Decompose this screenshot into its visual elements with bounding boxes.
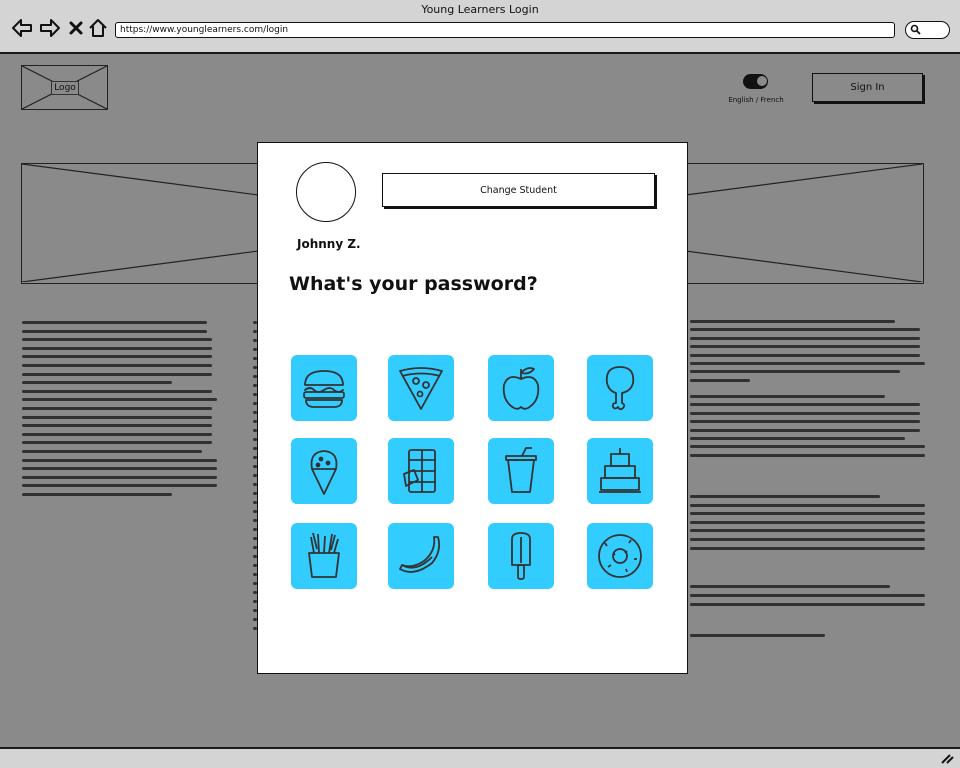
popsicle-icon bbox=[511, 532, 531, 580]
placeholder-text-line bbox=[22, 432, 212, 436]
search-icon bbox=[910, 24, 921, 35]
fries-icon bbox=[308, 532, 340, 578]
password-tile-banana[interactable] bbox=[388, 523, 454, 589]
password-tile-soda[interactable] bbox=[488, 438, 554, 504]
logo-label: Logo bbox=[51, 81, 79, 95]
placeholder-text-line bbox=[690, 546, 925, 550]
password-tile-apple[interactable] bbox=[488, 355, 554, 421]
placeholder-text-line bbox=[22, 372, 212, 376]
placeholder-text-line bbox=[22, 450, 202, 453]
chicken-leg-icon bbox=[605, 366, 635, 411]
placeholder-text-line bbox=[22, 458, 217, 462]
address-bar[interactable]: https://www.younglearners.com/login bbox=[115, 22, 895, 38]
placeholder-text-line bbox=[22, 493, 172, 496]
forward-arrow-icon bbox=[40, 19, 60, 37]
placeholder-text-line bbox=[690, 594, 925, 597]
placeholder-text-line bbox=[690, 320, 895, 323]
horizontal-scrollbar[interactable] bbox=[0, 747, 960, 768]
password-tile-ice-cream[interactable] bbox=[291, 438, 357, 504]
sign-in-button[interactable]: Sign In bbox=[812, 73, 923, 102]
back-button[interactable] bbox=[10, 16, 34, 40]
donut-icon bbox=[598, 534, 642, 578]
stop-button[interactable] bbox=[64, 16, 88, 40]
placeholder-text-line bbox=[22, 415, 212, 419]
placeholder-text-line bbox=[690, 437, 905, 440]
placeholder-text-line bbox=[22, 389, 212, 393]
avatar bbox=[296, 162, 356, 222]
placeholder-text-line bbox=[22, 346, 212, 350]
back-arrow-icon bbox=[12, 19, 32, 37]
student-name: Johnny Z. bbox=[297, 237, 361, 251]
placeholder-text-line bbox=[22, 329, 207, 333]
password-tile-burger[interactable] bbox=[291, 355, 357, 421]
placeholder-text-line bbox=[22, 475, 217, 479]
placeholder-text-line bbox=[22, 364, 212, 367]
change-student-button[interactable]: Change Student bbox=[382, 173, 655, 207]
password-tile-chicken[interactable] bbox=[587, 355, 653, 421]
placeholder-text-line bbox=[690, 411, 920, 415]
placeholder-text-line bbox=[690, 353, 920, 357]
placeholder-text-line bbox=[690, 345, 920, 349]
placeholder-text-line bbox=[22, 338, 212, 342]
apple-icon bbox=[502, 367, 540, 410]
password-tile-popsicle[interactable] bbox=[488, 523, 554, 589]
password-tile-chocolate[interactable] bbox=[388, 438, 454, 504]
placeholder-text-line bbox=[690, 512, 925, 516]
placeholder-text-line bbox=[22, 355, 212, 359]
placeholder-text-line bbox=[690, 420, 920, 424]
placeholder-text-line bbox=[22, 407, 212, 410]
language-label: English / French bbox=[728, 96, 784, 104]
banana-icon bbox=[399, 536, 441, 573]
password-tile-pizza[interactable] bbox=[388, 355, 454, 421]
placeholder-text-line bbox=[690, 362, 925, 365]
window-title: Young Learners Login bbox=[421, 3, 539, 16]
placeholder-text-line bbox=[22, 467, 217, 471]
placeholder-text-line bbox=[690, 503, 925, 507]
placeholder-text-line bbox=[690, 378, 750, 382]
placeholder-text-line bbox=[690, 529, 925, 533]
placeholder-text-line bbox=[690, 454, 925, 457]
cake-icon bbox=[599, 448, 641, 493]
placeholder-text-line bbox=[690, 428, 920, 432]
toggle-knob bbox=[757, 76, 767, 86]
pizza-icon bbox=[399, 367, 443, 410]
close-icon bbox=[69, 21, 83, 35]
password-heading: What's your password? bbox=[289, 273, 538, 295]
home-icon bbox=[89, 19, 107, 37]
placeholder-text-line bbox=[22, 424, 212, 428]
placeholder-text-line bbox=[690, 403, 920, 407]
resize-grip-icon[interactable] bbox=[940, 752, 954, 764]
placeholder-text-line bbox=[690, 328, 920, 332]
placeholder-text-line bbox=[690, 585, 890, 588]
soda-cup-icon bbox=[505, 447, 537, 493]
password-tile-donut[interactable] bbox=[587, 523, 653, 589]
home-button[interactable] bbox=[86, 16, 110, 40]
placeholder-text-line bbox=[690, 634, 825, 637]
placeholder-text-line bbox=[22, 321, 207, 324]
placeholder-text-line bbox=[690, 370, 900, 374]
placeholder-text-line bbox=[690, 520, 925, 524]
burger-icon bbox=[303, 370, 345, 408]
placeholder-text-line bbox=[22, 381, 172, 385]
placeholder-text-line bbox=[22, 441, 212, 445]
placeholder-text-line bbox=[690, 445, 925, 448]
placeholder-text-line bbox=[690, 395, 885, 398]
placeholder-text-line bbox=[690, 603, 925, 606]
password-tile-fries[interactable] bbox=[291, 523, 357, 589]
placeholder-text-line bbox=[690, 495, 880, 498]
placeholder-text-line bbox=[22, 398, 217, 402]
placeholder-text-line bbox=[690, 538, 925, 541]
placeholder-text-line bbox=[22, 484, 217, 488]
password-tile-cake[interactable] bbox=[587, 438, 653, 504]
placeholder-text-line bbox=[690, 336, 920, 340]
ice-cream-icon bbox=[310, 450, 338, 495]
chocolate-bar-icon bbox=[403, 449, 436, 493]
forward-button[interactable] bbox=[38, 16, 62, 40]
browser-search-field[interactable] bbox=[905, 21, 950, 39]
